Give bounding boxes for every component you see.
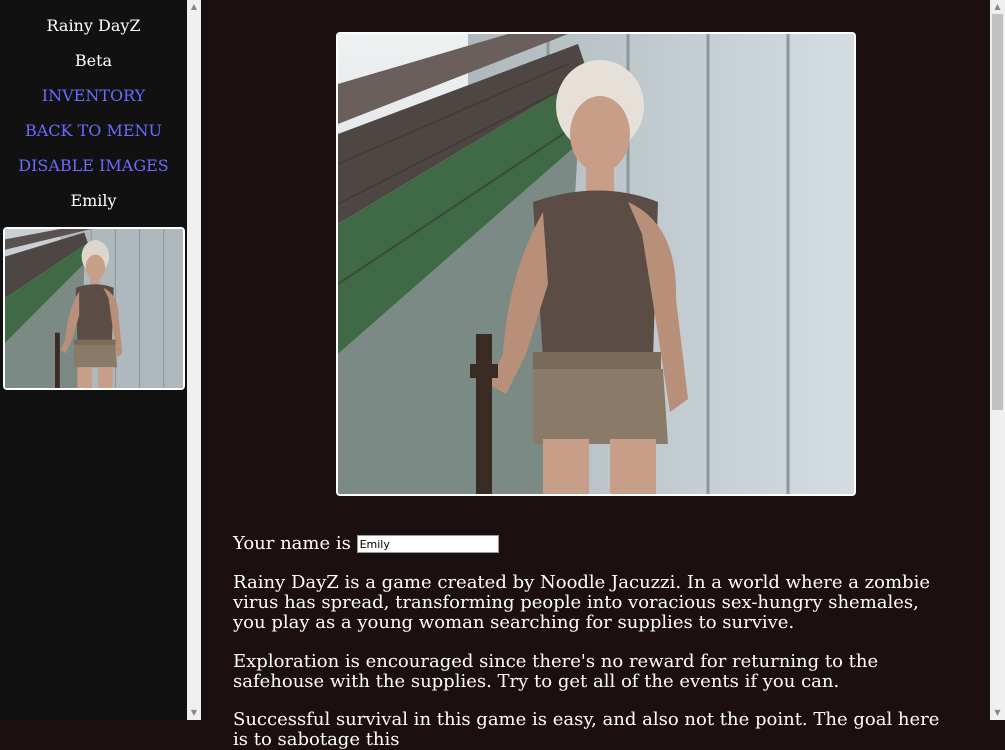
- character-name: Emily: [70, 191, 117, 210]
- scrollbar-thumb[interactable]: [992, 14, 1003, 410]
- character-image-frame: [336, 32, 856, 496]
- goal-paragraph: Successful survival in this game is easy…: [233, 709, 940, 750]
- inventory-link[interactable]: INVENTORY: [0, 86, 187, 106]
- main-content: Your name is Rainy DayZ is a game create…: [201, 0, 990, 750]
- sidebar-scrollbar[interactable]: ▲ ▼: [187, 0, 201, 720]
- name-input[interactable]: [356, 535, 499, 553]
- scroll-down-arrow-icon[interactable]: ▼: [187, 706, 201, 720]
- character-portrait-thumbnail: [3, 227, 185, 390]
- version-label: Beta: [74, 51, 113, 70]
- main-scrollbar[interactable]: ▲ ▼: [990, 0, 1005, 720]
- sidebar: Rainy DayZ Beta INVENTORY BACK TO MENU D…: [0, 0, 187, 720]
- intro-paragraph: Rainy DayZ is a game created by Noodle J…: [233, 572, 930, 633]
- name-prompt-line: Your name is: [233, 534, 953, 554]
- character-image: [338, 34, 854, 494]
- scroll-up-arrow-icon[interactable]: ▲: [990, 0, 1005, 14]
- name-prompt-label: Your name is: [233, 533, 351, 554]
- game-title: Rainy DayZ: [46, 16, 141, 35]
- exploration-paragraph: Exploration is encouraged since there's …: [233, 651, 879, 692]
- character-portrait-image: [5, 229, 183, 388]
- scroll-up-arrow-icon[interactable]: ▲: [187, 0, 201, 14]
- disable-images-link[interactable]: DISABLE IMAGES: [0, 156, 187, 176]
- scroll-down-arrow-icon[interactable]: ▼: [990, 706, 1005, 720]
- back-to-menu-link[interactable]: BACK TO MENU: [0, 121, 187, 141]
